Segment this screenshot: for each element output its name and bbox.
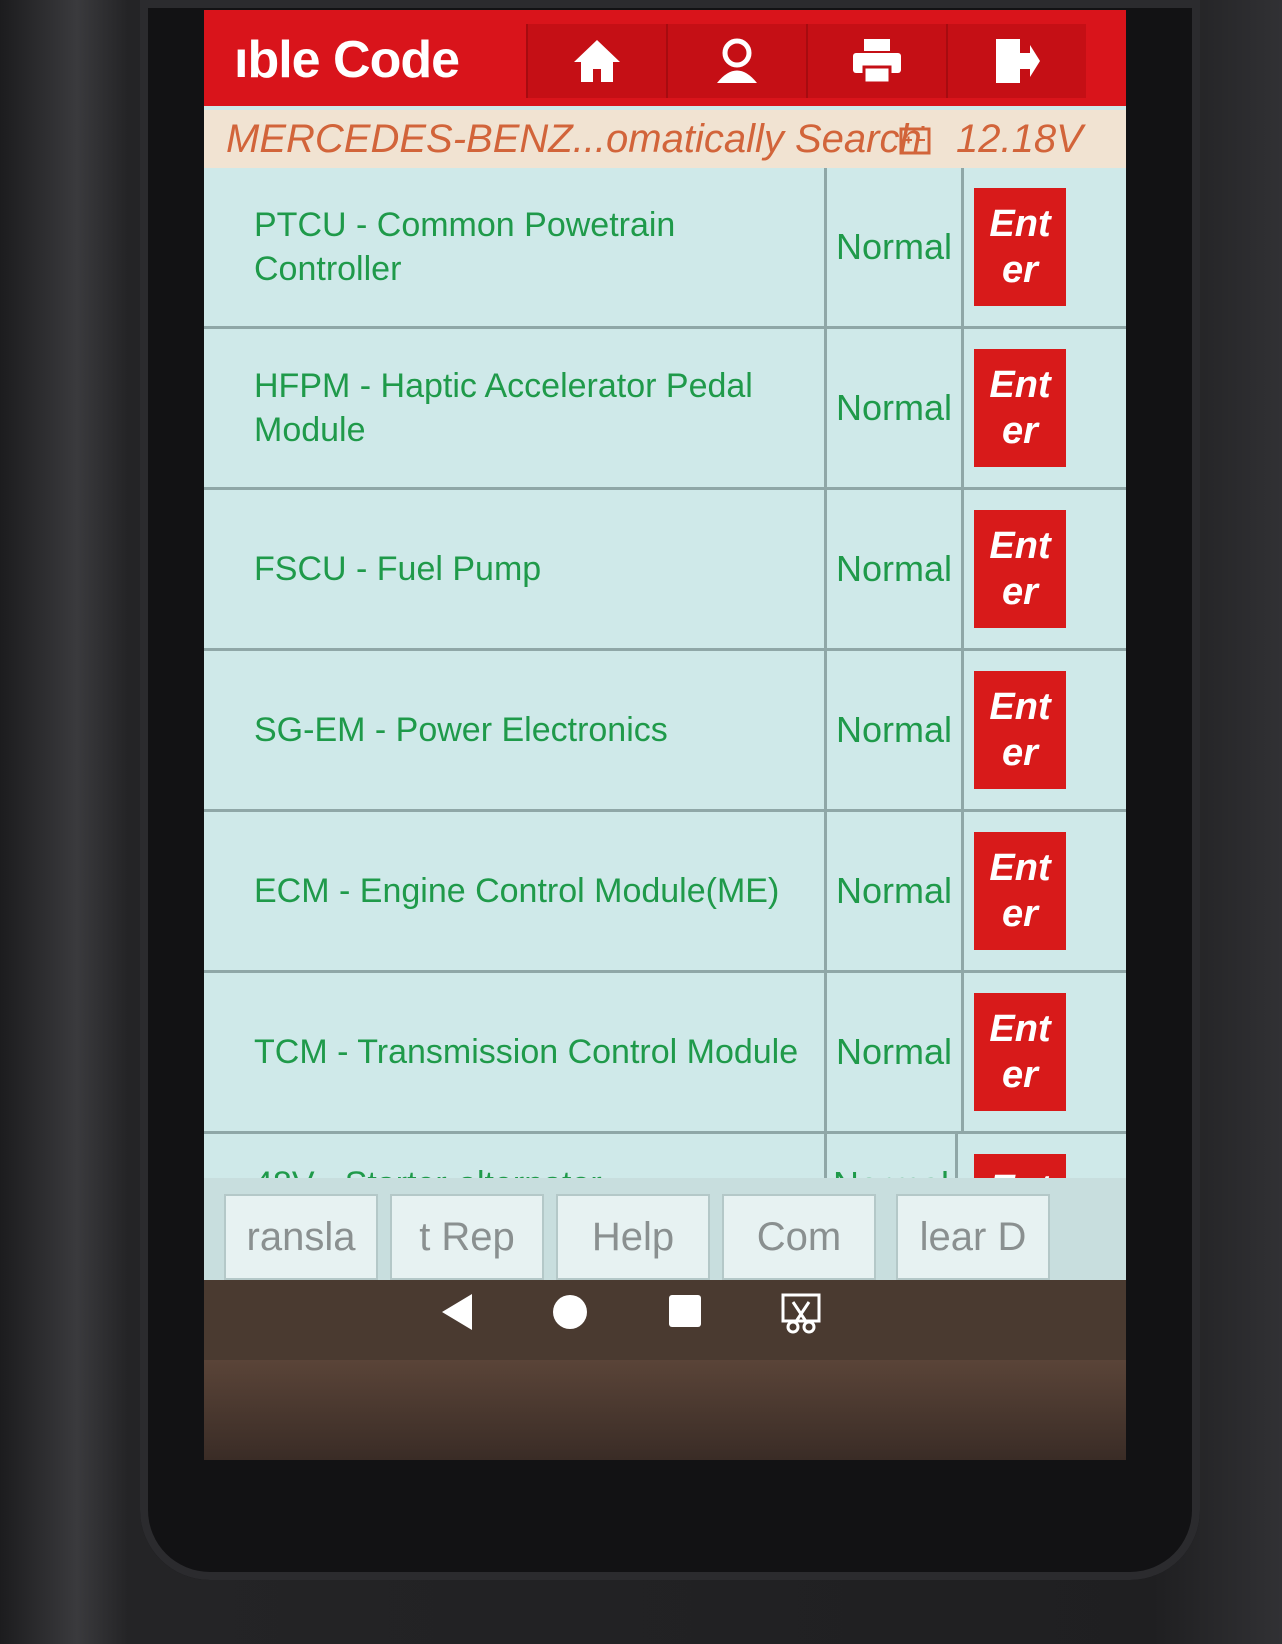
home-icon <box>574 40 620 82</box>
title-bar: ıble Code <box>204 10 1126 106</box>
screen: ıble Code MERCEDES-BENZ...omatically Sea… <box>204 10 1126 1360</box>
battery-voltage: 12.18V <box>956 117 1083 161</box>
print-button[interactable] <box>806 24 946 98</box>
battery-icon <box>899 126 931 155</box>
module-name: TCM - Transmission Control Module <box>254 1033 799 1071</box>
exit-button[interactable] <box>946 24 1086 98</box>
module-name: SG-EM - Power Electronics <box>254 711 668 749</box>
enter-button[interactable]: Ent er <box>974 349 1066 467</box>
module-name: ECM - Engine Control Module(ME) <box>254 872 780 910</box>
home-button[interactable] <box>526 24 666 98</box>
print-icon <box>853 39 901 85</box>
home-circle-icon[interactable] <box>550 1292 590 1332</box>
module-row: FSCU - Fuel Pump Normal Ent er <box>204 490 1126 651</box>
module-status: Normal <box>824 973 964 1131</box>
module-status: Normal <box>824 168 964 326</box>
clear-dtc-button[interactable]: lear D <box>896 1194 1050 1280</box>
module-list: PTCU - Common Powetrain Controller Norma… <box>204 168 1126 1224</box>
user-icon <box>717 38 757 83</box>
screen-reflection <box>204 1360 1126 1460</box>
page-title: ıble Code <box>234 31 460 89</box>
module-row: PTCU - Common Powetrain Controller Norma… <box>204 168 1126 329</box>
module-row: TCM - Transmission Control Module Normal… <box>204 973 1126 1134</box>
enter-button[interactable]: Ent er <box>974 832 1066 950</box>
module-name: HFPM - Haptic Accelerator Pedal Module <box>254 367 753 449</box>
module-name: FSCU - Fuel Pump <box>254 550 542 588</box>
module-status: Normal <box>824 812 964 970</box>
module-name: PTCU - Common Powetrain Controller <box>254 206 676 288</box>
report-button[interactable]: t Rep <box>390 1194 544 1280</box>
vehicle-info-bar: MERCEDES-BENZ...omatically Search 12.18V <box>204 110 1126 168</box>
module-status: Normal <box>824 329 964 487</box>
help-button[interactable]: Help <box>556 1194 710 1280</box>
enter-button[interactable]: Ent er <box>974 671 1066 789</box>
enter-button[interactable]: Ent er <box>974 993 1066 1111</box>
module-row: SG-EM - Power Electronics Normal Ent er <box>204 651 1126 812</box>
android-nav-bar <box>204 1280 1126 1360</box>
module-row: HFPM - Haptic Accelerator Pedal Module N… <box>204 329 1126 490</box>
translate-button[interactable]: ransla <box>224 1194 378 1280</box>
recents-icon[interactable] <box>666 1292 704 1330</box>
user-button[interactable] <box>666 24 806 98</box>
module-status: Normal <box>824 651 964 809</box>
device-body: ıble Code MERCEDES-BENZ...omatically Sea… <box>0 0 1282 1644</box>
module-row: ECM - Engine Control Module(ME) Normal E… <box>204 812 1126 973</box>
enter-button[interactable]: Ent er <box>974 510 1066 628</box>
back-icon[interactable] <box>440 1292 474 1332</box>
screenshot-icon[interactable] <box>780 1292 822 1334</box>
enter-button[interactable]: Ent er <box>974 188 1066 306</box>
compare-button[interactable]: Com <box>722 1194 876 1280</box>
vehicle-label: MERCEDES-BENZ...omatically Search <box>226 117 922 161</box>
exit-icon <box>996 39 1040 83</box>
module-status: Normal <box>824 490 964 648</box>
